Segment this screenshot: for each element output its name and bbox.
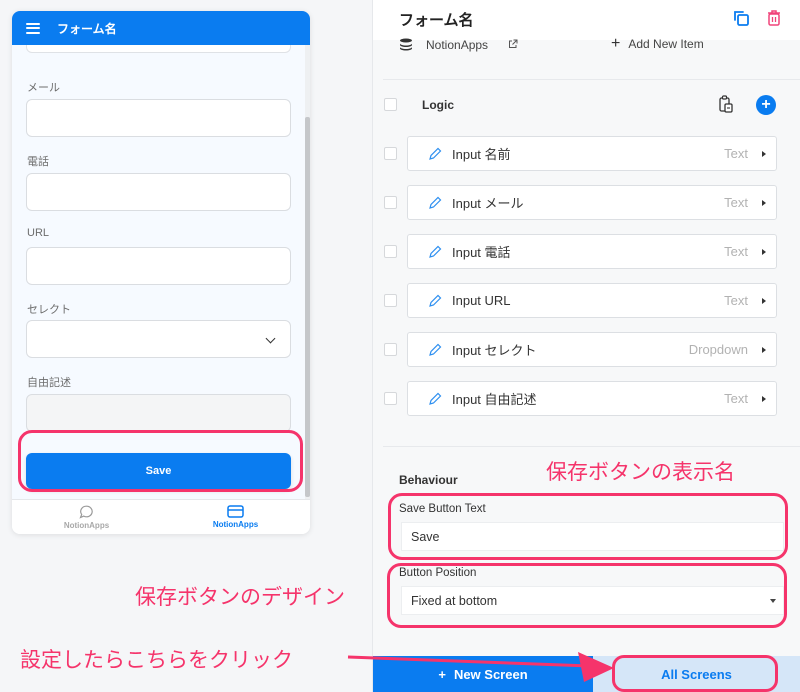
- caret-right-icon: [762, 395, 766, 402]
- menu-icon[interactable]: [26, 22, 40, 34]
- caret-right-icon: [762, 150, 766, 157]
- delete-button[interactable]: [764, 8, 784, 28]
- behaviour-label: Behaviour: [399, 473, 458, 487]
- url-field[interactable]: [26, 247, 291, 285]
- all-screens-button[interactable]: All Screens: [593, 656, 800, 692]
- name-field[interactable]: [26, 45, 291, 53]
- component-row[interactable]: Input セレクト Dropdown: [407, 332, 777, 367]
- duplicate-icon: [734, 11, 749, 26]
- component-checkbox[interactable]: [384, 392, 397, 405]
- screen-editor: フォーム名 NotionApps + Add New Item Logic + …: [372, 0, 800, 692]
- new-screen-button[interactable]: + New Screen: [373, 656, 593, 692]
- divider: [383, 79, 800, 80]
- phone-field[interactable]: [26, 173, 291, 211]
- component-name: Input 自由記述: [452, 392, 537, 407]
- component-checkbox[interactable]: [384, 147, 397, 160]
- scrollbar-thumb[interactable]: [305, 117, 310, 497]
- pencil-icon: [429, 392, 442, 405]
- select-label: セレクト: [27, 304, 71, 316]
- add-new-item-button[interactable]: + Add New Item: [611, 35, 704, 52]
- plus-icon: +: [611, 35, 621, 52]
- chevron-down-icon: [265, 333, 276, 344]
- logic-label: Logic: [422, 98, 454, 112]
- component-type: Dropdown: [688, 342, 748, 357]
- url-label: URL: [27, 227, 50, 239]
- caret-right-icon: [762, 199, 766, 206]
- preview-form: メール 電話 URL セレクト 自由記述 Save: [12, 45, 310, 499]
- plus-icon: +: [438, 666, 446, 682]
- editor-footer: + New Screen All Screens: [373, 656, 800, 692]
- component-checkbox[interactable]: [384, 196, 397, 209]
- component-name: Input 電話: [452, 245, 511, 260]
- duplicate-button[interactable]: [731, 8, 751, 28]
- component-type: Text: [724, 391, 748, 406]
- component-checkbox[interactable]: [384, 245, 397, 258]
- component-row[interactable]: Input メール Text: [407, 185, 777, 220]
- tab-label: NotionApps: [63, 520, 110, 530]
- preview-header: フォーム名: [12, 11, 310, 45]
- button-position-value: Fixed at bottom: [411, 593, 498, 608]
- annotation-click: 設定したらこちらをクリック: [20, 649, 293, 672]
- phone-label: 電話: [27, 156, 49, 168]
- tab-notionapps-chat[interactable]: NotionApps: [12, 500, 161, 534]
- all-screens-label: All Screens: [661, 666, 732, 682]
- chat-bubble-icon: [79, 505, 93, 519]
- pencil-icon: [429, 294, 442, 307]
- database-icon: [400, 38, 412, 51]
- email-label: メール: [27, 82, 60, 94]
- caret-right-icon: [762, 346, 766, 353]
- freetext-label: 自由記述: [27, 377, 71, 389]
- pencil-icon: [429, 245, 442, 258]
- preview-save-button[interactable]: Save: [26, 453, 291, 489]
- component-row[interactable]: Input 名前 Text: [407, 136, 777, 171]
- tab-label: NotionApps: [212, 520, 259, 529]
- component-type: Text: [724, 244, 748, 259]
- save-button-text-value: Save: [411, 529, 440, 544]
- new-screen-label: New Screen: [453, 666, 528, 682]
- select-field[interactable]: [26, 320, 291, 358]
- divider: [383, 446, 800, 447]
- preview-title: フォーム名: [57, 21, 117, 36]
- annotation-save-label: 保存ボタンの表示名: [546, 461, 735, 484]
- clipboard-icon[interactable]: [719, 95, 733, 113]
- component-name: Input メール: [452, 196, 524, 211]
- component-checkbox[interactable]: [384, 294, 397, 307]
- tab-notionapps-card[interactable]: NotionApps: [161, 500, 310, 534]
- freetext-field[interactable]: [26, 394, 291, 432]
- pencil-icon: [429, 343, 442, 356]
- pencil-icon: [429, 147, 442, 160]
- caret-right-icon: [762, 248, 766, 255]
- trash-icon: [768, 10, 780, 26]
- component-name: Input 名前: [452, 147, 511, 162]
- component-checkbox[interactable]: [384, 343, 397, 356]
- annotation-design: 保存ボタンのデザイン: [135, 586, 345, 609]
- add-component-button[interactable]: +: [756, 95, 776, 115]
- add-item-label: Add New Item: [628, 37, 704, 51]
- component-row[interactable]: Input 自由記述 Text: [407, 381, 777, 416]
- app-preview: フォーム名 メール 電話 URL セレクト 自由記述 Save NotionAp…: [12, 11, 310, 534]
- external-link-icon[interactable]: [508, 39, 518, 49]
- data-source-name[interactable]: NotionApps: [426, 38, 488, 52]
- component-type: Text: [724, 146, 748, 161]
- data-source-row: NotionApps + Add New Item: [373, 34, 800, 56]
- dropdown-caret-icon: [770, 599, 776, 603]
- component-name: Input URL: [452, 293, 511, 308]
- preview-tabbar: NotionApps NotionApps: [12, 499, 310, 534]
- logic-checkbox[interactable]: [384, 98, 397, 111]
- component-type: Text: [724, 195, 748, 210]
- component-name: Input セレクト: [452, 343, 537, 358]
- button-position-select[interactable]: Fixed at bottom: [401, 586, 784, 615]
- screen-title: フォーム名: [399, 12, 474, 29]
- component-row[interactable]: Input 電話 Text: [407, 234, 777, 269]
- component-type: Text: [724, 293, 748, 308]
- component-row[interactable]: Input URL Text: [407, 283, 777, 318]
- save-button-text-label: Save Button Text: [399, 503, 486, 515]
- pencil-icon: [429, 196, 442, 209]
- button-position-label: Button Position: [399, 567, 477, 579]
- card-icon: [227, 505, 244, 518]
- save-button-text-input[interactable]: Save: [401, 522, 784, 551]
- email-field[interactable]: [26, 99, 291, 137]
- caret-right-icon: [762, 297, 766, 304]
